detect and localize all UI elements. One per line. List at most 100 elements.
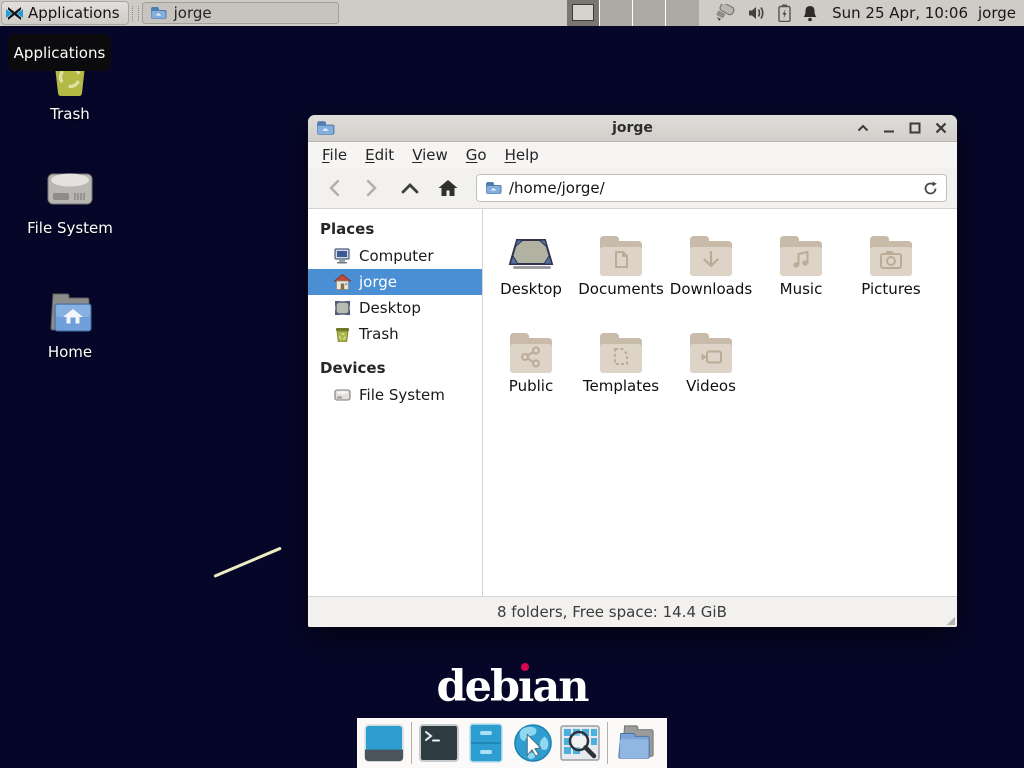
back-icon (328, 179, 340, 197)
devices-header: Devices (308, 355, 482, 382)
panel-handle[interactable] (132, 6, 139, 21)
file-label: Desktop (500, 280, 562, 298)
toolbar: /home/jorge/ (308, 168, 957, 209)
file-label: Videos (686, 377, 736, 395)
desktop-icon-home[interactable]: Home (14, 292, 126, 361)
file-item-videos[interactable]: Videos (666, 323, 756, 420)
statusbar: 8 folders, Free space: 14.4 GiB (308, 596, 957, 627)
taskbar-window-button[interactable]: jorge (142, 2, 339, 24)
taskbar-window-label: jorge (174, 4, 212, 22)
file-item-pictures[interactable]: Pictures (846, 226, 936, 323)
window-title: jorge (398, 120, 867, 136)
file-item-music[interactable]: Music (756, 226, 846, 323)
window-titlebar[interactable]: jorge (308, 115, 957, 142)
computer-icon (334, 248, 351, 264)
sidebar-item-label: Desktop (359, 299, 421, 317)
menu-go[interactable]: Go (466, 146, 487, 164)
file-item-documents[interactable]: Documents (576, 226, 666, 323)
file-label: Pictures (861, 280, 920, 298)
desktop-icon-label: Trash (50, 105, 90, 123)
panel-right-cluster: Sun 25 Apr, 10:06 jorge (567, 0, 1024, 26)
sidebar-item-label: Computer (359, 247, 434, 265)
menubar: File Edit View Go Help (308, 142, 957, 168)
workspace-2[interactable] (600, 0, 633, 26)
trash-icon (334, 326, 351, 342)
applications-menu-button[interactable]: Applications (1, 1, 129, 25)
file-item-public[interactable]: Public (486, 323, 576, 420)
xfce-logo-icon (6, 6, 23, 21)
battery-icon[interactable] (778, 4, 791, 22)
public-folder-icon (507, 329, 555, 373)
system-tray (715, 4, 818, 22)
menu-help[interactable]: Help (505, 146, 539, 164)
session-user-label[interactable]: jorge (978, 4, 1016, 22)
workspace-4[interactable] (666, 0, 699, 26)
file-item-templates[interactable]: Templates (576, 323, 666, 420)
videos-folder-icon (687, 329, 735, 373)
path-text[interactable]: /home/jorge/ (509, 179, 916, 197)
stylus-icon[interactable] (715, 4, 737, 22)
debian-logo-dot (521, 663, 529, 671)
minimize-icon[interactable] (882, 122, 895, 135)
desktop-icon-label: Home (48, 343, 92, 361)
show-desktop-icon[interactable] (364, 722, 404, 764)
up-icon (401, 182, 419, 194)
applications-menu-label: Applications (28, 4, 120, 22)
maximize-icon[interactable] (908, 122, 921, 135)
workspace-3[interactable] (633, 0, 666, 26)
up-button[interactable] (394, 173, 426, 203)
file-label: Music (780, 280, 823, 298)
file-item-desktop[interactable]: Desktop (486, 226, 576, 323)
sidebar-item-label: Trash (359, 325, 399, 343)
forward-button[interactable] (356, 173, 388, 203)
workspace-1[interactable] (567, 0, 600, 26)
home-button[interactable] (432, 173, 464, 203)
web-browser-icon[interactable] (513, 722, 553, 764)
folder-icon (485, 181, 502, 195)
sidebar-item-jorge[interactable]: jorge (308, 269, 482, 295)
places-header: Places (308, 216, 482, 243)
user-home-icon (334, 274, 351, 290)
applications-tooltip-text: Applications (14, 44, 106, 62)
drive-icon (334, 388, 351, 402)
downloads-folder-icon (687, 232, 735, 276)
file-label: Public (509, 377, 553, 395)
workspace-pager (567, 0, 699, 26)
sidebar-item-trash[interactable]: Trash (308, 321, 482, 347)
location-bar[interactable]: /home/jorge/ (476, 174, 947, 202)
menu-view[interactable]: View (412, 146, 448, 164)
volume-icon[interactable] (748, 5, 767, 21)
clock[interactable]: Sun 25 Apr, 10:06 (832, 4, 968, 22)
sidebar-item-computer[interactable]: Computer (308, 243, 482, 269)
cursor-trail-line (213, 547, 281, 578)
status-text: 8 folders, Free space: 14.4 GiB (497, 603, 727, 621)
resize-grip[interactable] (947, 617, 955, 625)
dock-panel (357, 718, 667, 768)
folder-icon (150, 6, 167, 20)
notifications-icon[interactable] (802, 5, 818, 22)
workspace-window-thumb (572, 4, 594, 21)
app-finder-icon[interactable] (560, 722, 600, 764)
folder-icon[interactable] (615, 722, 655, 764)
sidebar-item-desktop[interactable]: Desktop (308, 295, 482, 321)
top-panel: Applications jorge (0, 0, 1024, 26)
filesystem-drive-icon (45, 166, 95, 212)
desktop-icon-filesystem[interactable]: File System (14, 166, 126, 237)
window-controls (856, 122, 949, 135)
file-manager-window: jorge File Edit View Go Help (308, 115, 957, 627)
menu-file[interactable]: File (322, 146, 347, 164)
file-item-downloads[interactable]: Downloads (666, 226, 756, 323)
desktop-icon (334, 300, 351, 316)
desktop-icon-label: File System (27, 219, 113, 237)
menu-edit[interactable]: Edit (365, 146, 394, 164)
back-button[interactable] (318, 173, 350, 203)
terminal-icon[interactable] (419, 722, 459, 764)
documents-folder-icon (597, 232, 645, 276)
reload-icon[interactable] (923, 181, 938, 196)
home-icon (437, 178, 459, 198)
close-icon[interactable] (934, 122, 947, 135)
sidebar-item-filesystem[interactable]: File System (308, 382, 482, 408)
file-label: Templates (583, 377, 659, 395)
file-manager-icon[interactable] (466, 722, 506, 764)
sidebar-item-label: jorge (359, 273, 397, 291)
